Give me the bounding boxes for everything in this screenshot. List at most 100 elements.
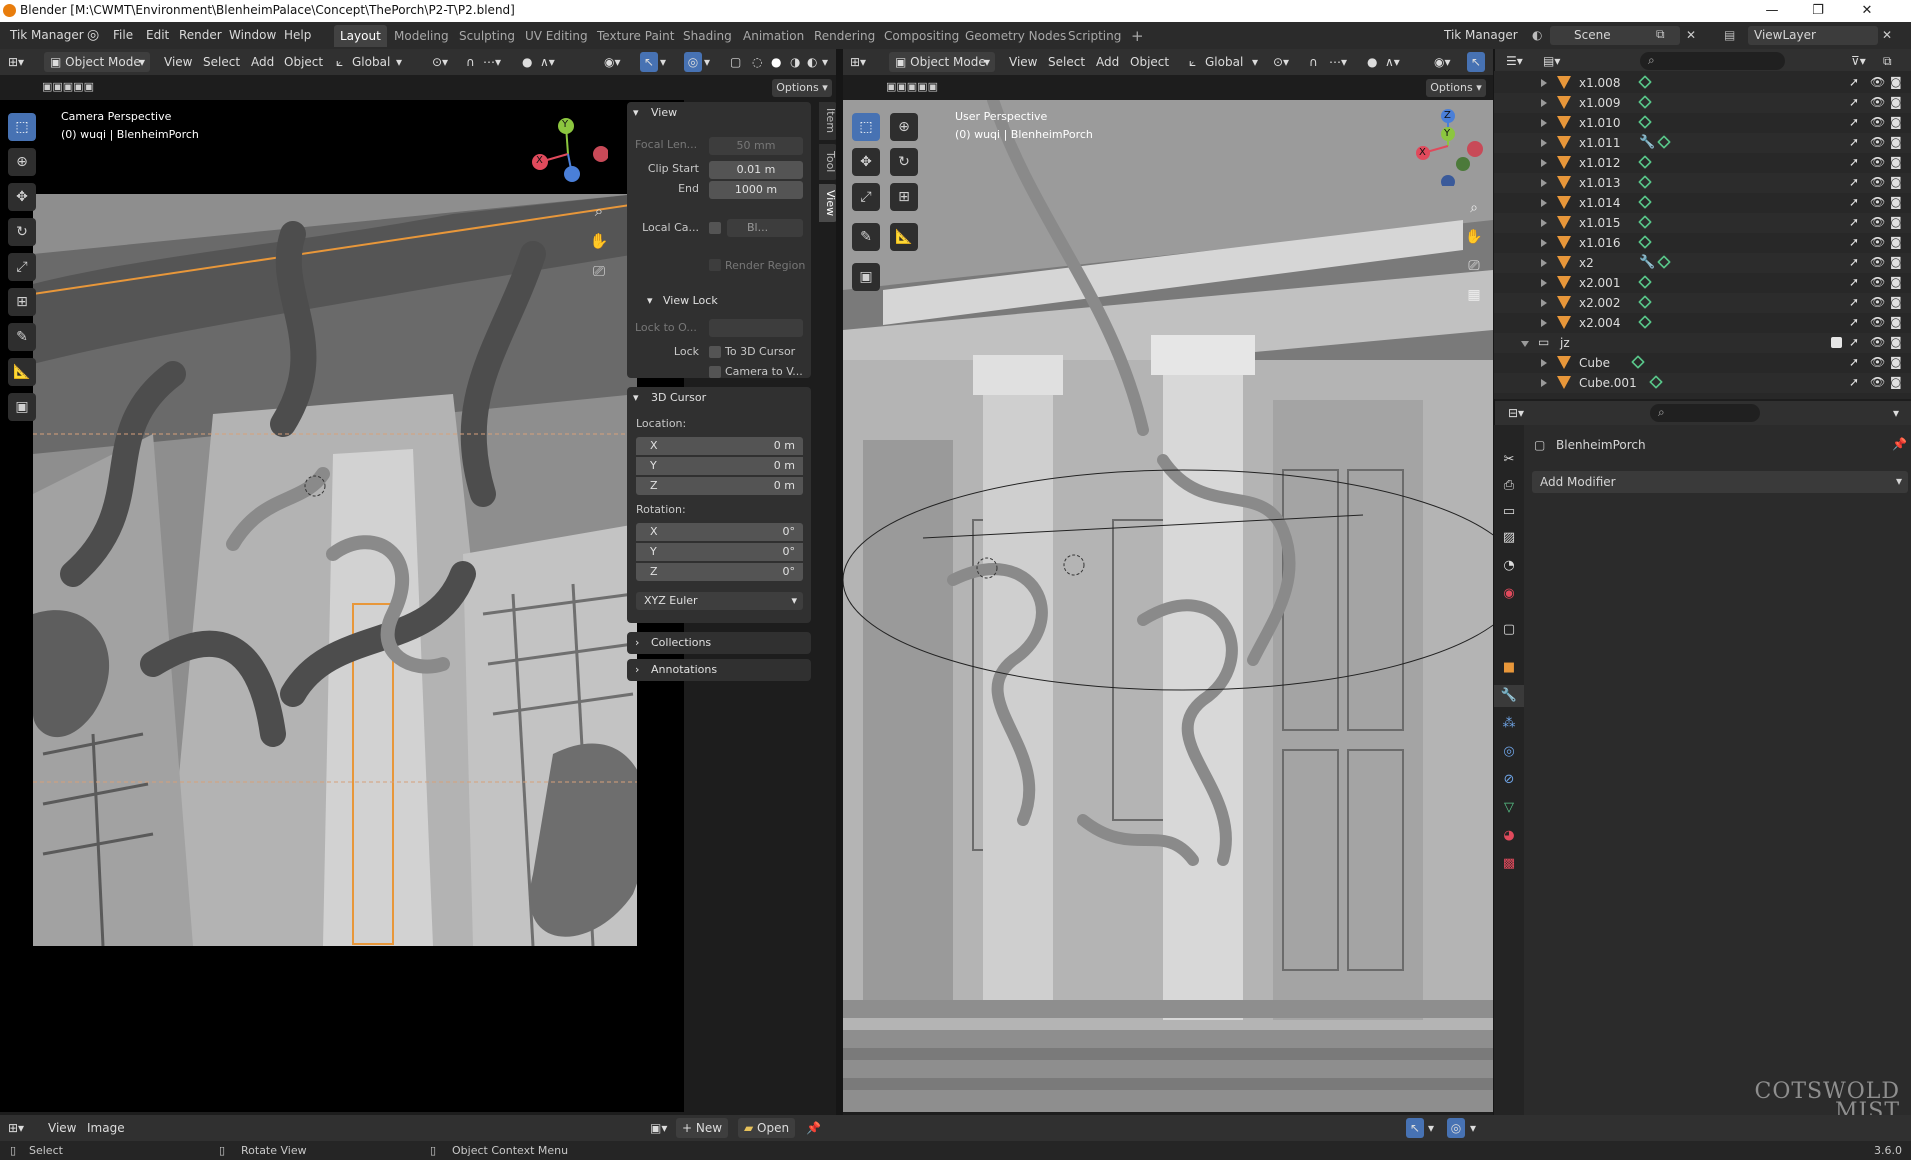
camera-to-view-checkbox[interactable] [709, 366, 721, 378]
camera-render-icon[interactable]: ◙ [1890, 315, 1902, 329]
right-mode-dropdown[interactable]: ▣ Object Mode ▾ [889, 52, 995, 72]
move-tool-icon[interactable]: ✥ [8, 183, 36, 211]
select-arrow-icon[interactable]: ➚ [1849, 315, 1859, 329]
select-box-tool-icon[interactable]: ⬚ [852, 113, 880, 141]
mesh-data-icon[interactable] [1638, 235, 1652, 249]
zoom-icon[interactable]: ⌕ [1461, 194, 1487, 223]
object-tab-icon[interactable]: ■ [1494, 657, 1524, 679]
eye-icon[interactable]: 👁 [1870, 115, 1885, 129]
view-layer-remove-icon[interactable]: ✕ [1882, 22, 1892, 49]
workspace-tab-sculpting[interactable]: Sculpting [453, 25, 521, 47]
outliner-row[interactable]: Cube.001 ➚ 👁 ◙ [1494, 373, 1911, 393]
mesh-data-icon[interactable] [1631, 355, 1645, 369]
select-arrow-icon[interactable]: ➚ [1849, 255, 1859, 269]
view-panel-title[interactable]: View [651, 102, 677, 124]
constraints-tab-icon[interactable]: ⊘ [1494, 769, 1524, 791]
expand-arrow-icon[interactable] [1541, 99, 1547, 107]
cursor-panel-chevron-icon[interactable]: ▾ [633, 387, 639, 409]
left-3d-viewport[interactable]: Camera Perspective (0) wuqi | BlenheimPo… [0, 100, 684, 1112]
camera-render-icon[interactable]: ◙ [1890, 135, 1902, 149]
outliner-collection-row[interactable]: ▭ jz ➚ 👁 ◙ [1494, 333, 1911, 353]
rendered-shading-icon[interactable]: ◐ [807, 52, 817, 72]
scene-remove-icon[interactable]: ✕ [1686, 22, 1696, 49]
camera-render-icon[interactable]: ◙ [1890, 175, 1902, 189]
eye-icon[interactable]: 👁 [1870, 295, 1885, 309]
pivot-point-icon[interactable]: ⊙▾ [1273, 52, 1289, 72]
collection-exclude-checkbox[interactable] [1831, 337, 1842, 348]
rotate-tool-icon[interactable]: ↻ [8, 218, 36, 246]
image-gizmo-toggle-icon[interactable]: ↖ [1406, 1118, 1424, 1138]
render-region-checkbox[interactable] [709, 259, 721, 271]
expand-arrow-icon[interactable] [1541, 219, 1547, 227]
view-layer-tab-icon[interactable]: ▨ [1494, 527, 1524, 549]
left-menu-add[interactable]: Add [251, 52, 274, 72]
camera-render-icon[interactable]: ◙ [1890, 115, 1902, 129]
scene-tab-icon[interactable]: ◔ [1494, 555, 1524, 577]
chevron-down-icon[interactable]: ▾ [1893, 403, 1899, 423]
camera-render-icon[interactable]: ◙ [1890, 335, 1902, 349]
eye-icon[interactable]: 👁 [1870, 255, 1885, 269]
image-menu-image[interactable]: Image [87, 1118, 125, 1138]
measure-tool-icon[interactable]: 📐 [890, 223, 918, 251]
mesh-data-icon[interactable] [1657, 255, 1671, 269]
scene-duplicate-icon[interactable]: ⧉ [1656, 27, 1665, 42]
ortho-grid-icon[interactable]: ▦ [1461, 281, 1487, 310]
eye-icon[interactable]: 👁 [1870, 315, 1885, 329]
image-menu-view[interactable]: View [48, 1118, 76, 1138]
select-arrow-icon[interactable]: ➚ [1849, 375, 1859, 389]
select-arrow-icon[interactable]: ➚ [1849, 335, 1859, 349]
visibility-icon[interactable]: ◉▾ [604, 52, 621, 72]
select-arrow-icon[interactable]: ➚ [1849, 115, 1859, 129]
select-arrow-icon[interactable]: ➚ [1849, 235, 1859, 249]
select-arrow-icon[interactable]: ➚ [1849, 175, 1859, 189]
editor-type-icon[interactable]: ⊞▾ [8, 52, 24, 72]
outliner-row[interactable]: Cube ➚ 👁 ◙ [1494, 353, 1911, 373]
select-box-tool-icon[interactable]: ⬚ [8, 113, 36, 141]
expand-arrow-icon[interactable] [1541, 279, 1547, 287]
workspace-tab-scripting[interactable]: Scripting [1062, 25, 1127, 47]
falloff-icon[interactable]: ∧▾ [540, 52, 555, 72]
collection-tab-icon[interactable]: ▢ [1494, 619, 1524, 641]
workspace-tab-rendering[interactable]: Rendering [808, 25, 881, 47]
camera-render-icon[interactable]: ◙ [1890, 255, 1902, 269]
expand-arrow-icon[interactable] [1541, 239, 1547, 247]
area-splitter[interactable] [836, 49, 843, 1115]
editor-type-icon[interactable]: ⊞▾ [850, 52, 866, 72]
material-tab-icon[interactable]: ◕ [1494, 825, 1524, 847]
right-menu-add[interactable]: Add [1096, 52, 1119, 72]
image-overlays-toggle-icon[interactable]: ◎ [1447, 1118, 1465, 1138]
outliner-row[interactable]: x1.015 ➚ 👁 ◙ [1494, 213, 1911, 233]
pan-hand-icon[interactable]: ✋ [1461, 223, 1487, 252]
mesh-data-icon[interactable] [1638, 115, 1652, 129]
render-tab-icon[interactable]: ⎙ [1494, 475, 1524, 497]
annotate-tool-icon[interactable]: ✎ [852, 223, 880, 251]
left-navigation-gizmo[interactable]: Y X [528, 118, 609, 188]
clip-end-field[interactable]: 1000 m [709, 181, 803, 199]
mesh-data-icon[interactable] [1638, 295, 1652, 309]
proportional-edit-icon[interactable]: ● [522, 52, 532, 72]
cursor-rotation-z[interactable]: Z 0° [636, 563, 803, 581]
outliner-row[interactable]: x2 🔧 ➚ 👁 ◙ [1494, 253, 1911, 273]
menu-help[interactable]: Help [284, 22, 311, 49]
camera-view-icon[interactable]: ⎚ [588, 256, 610, 286]
properties-search-input[interactable]: ⌕ [1650, 404, 1760, 422]
proportional-edit-icon[interactable]: ● [1367, 52, 1377, 72]
left-mode-dropdown[interactable]: ▣ Object Mode ▾ [44, 52, 150, 72]
tab-view[interactable]: View [819, 184, 837, 222]
right-3d-viewport[interactable]: User Perspective (0) wuqi | BlenheimPorc… [843, 100, 1493, 1112]
select-arrow-icon[interactable]: ➚ [1849, 135, 1859, 149]
select-arrow-icon[interactable]: ➚ [1849, 155, 1859, 169]
tab-tool[interactable]: Tool [819, 144, 837, 180]
add-cube-tool-icon[interactable]: ▣ [8, 393, 36, 421]
blender-menu-icon[interactable]: ◎ [87, 22, 99, 49]
outliner-row[interactable]: x1.008 ➚ 👁 ◙ [1494, 73, 1911, 93]
outliner-editor-type-icon[interactable]: ☰▾ [1506, 51, 1523, 71]
mesh-data-icon[interactable] [1638, 275, 1652, 289]
right-menu-select[interactable]: Select [1048, 52, 1085, 72]
modifier-wrench-icon[interactable]: 🔧 [1639, 255, 1655, 270]
eye-icon[interactable]: 👁 [1870, 375, 1885, 389]
select-arrow-icon[interactable]: ➚ [1849, 95, 1859, 109]
outliner-row[interactable]: x1.013 ➚ 👁 ◙ [1494, 173, 1911, 193]
local-camera-checkbox[interactable] [709, 222, 721, 234]
scale-tool-icon[interactable]: ⤢ [852, 183, 880, 211]
